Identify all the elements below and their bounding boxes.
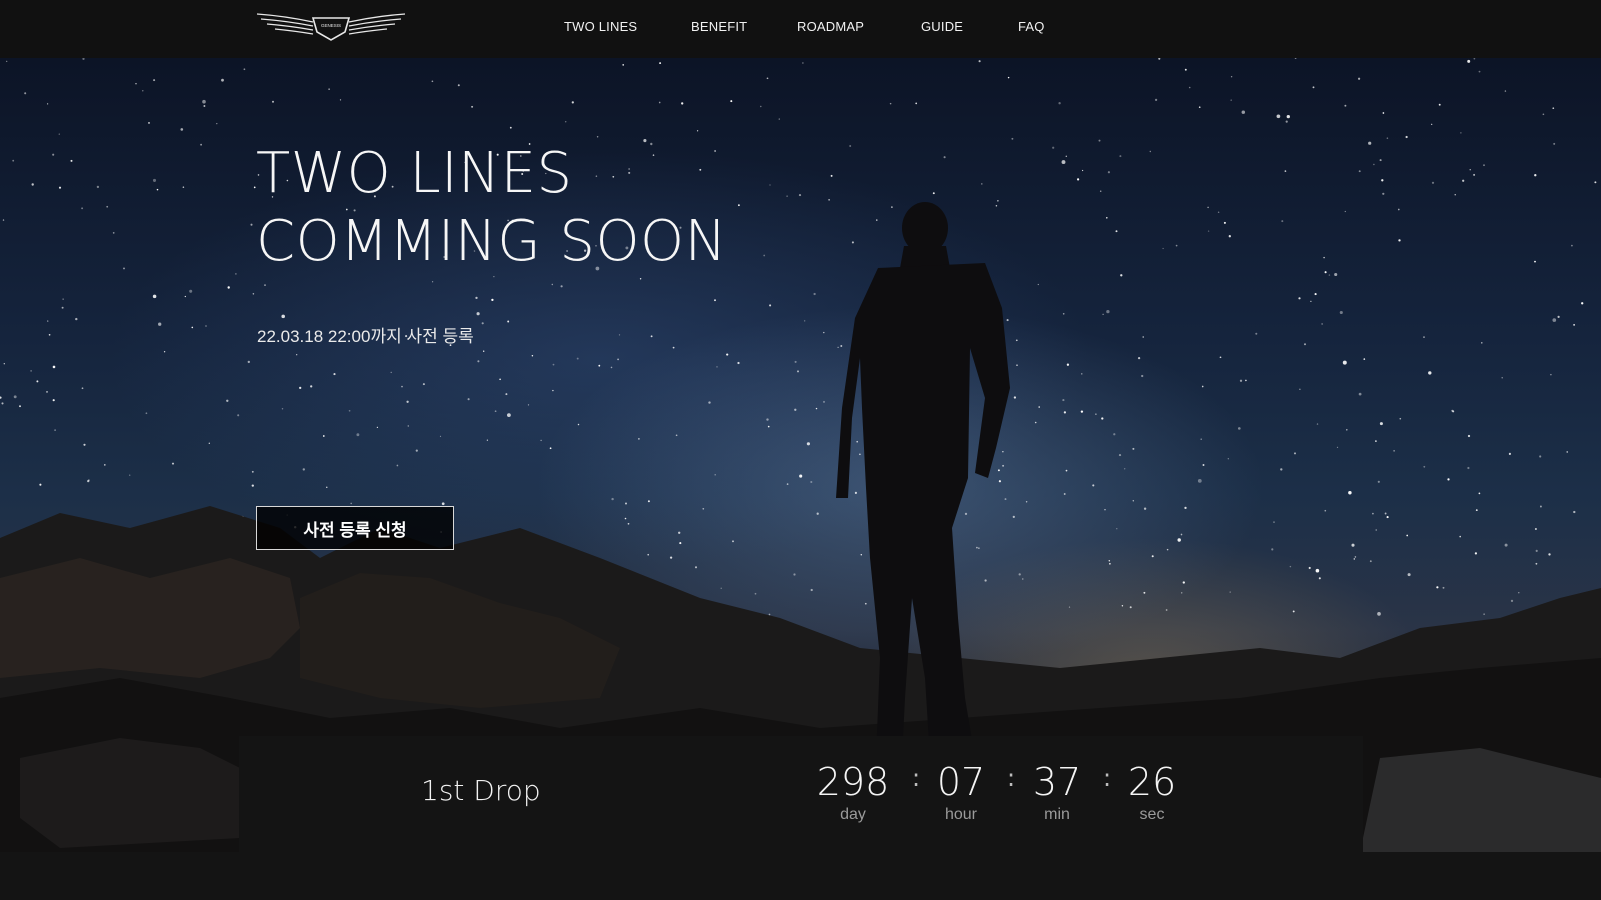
countdown-separator: :	[1007, 764, 1016, 792]
minutes-value: 37	[1032, 760, 1082, 804]
minutes-label: min	[1044, 806, 1070, 823]
nav-benefit[interactable]: BENEFIT	[691, 19, 747, 34]
nav-two-lines[interactable]: TWO LINES	[564, 19, 637, 34]
countdown-days: 298 day	[813, 760, 893, 824]
days-label: day	[840, 806, 866, 823]
days-value: 298	[816, 760, 890, 804]
countdown-hours: 07 hour	[929, 760, 993, 824]
pre-registration-button[interactable]: 사전 등록 신청	[256, 506, 454, 550]
page: GENESIS TWO LINES BENEFIT ROADMAP GUIDE …	[0, 0, 1601, 900]
seconds-value: 26	[1127, 760, 1177, 804]
top-navigation-bar: GENESIS TWO LINES BENEFIT ROADMAP GUIDE …	[0, 0, 1601, 58]
countdown-minutes: 37 min	[1025, 760, 1089, 824]
countdown-separator: :	[1103, 764, 1112, 792]
hero-title: TWO LINES COMMING SOON	[256, 140, 876, 276]
hero-title-line-2: COMMING SOON	[256, 209, 728, 274]
nav-faq[interactable]: FAQ	[1018, 19, 1045, 34]
hero-section: TWO LINES COMMING SOON 22.03.18 22:00까지 …	[0, 58, 1601, 852]
logo-wordmark: GENESIS	[321, 23, 341, 28]
pre-registration-deadline: 22.03.18 22:00까지 사전 등록	[257, 327, 474, 346]
nav-guide[interactable]: GUIDE	[921, 19, 963, 34]
hero-title-line-1: TWO LINES	[256, 141, 573, 206]
drop-label: 1st Drop	[421, 774, 541, 807]
page-footer-strip	[0, 852, 1601, 900]
genesis-logo[interactable]: GENESIS	[255, 10, 407, 44]
countdown-separator: :	[912, 764, 921, 792]
nav-roadmap[interactable]: ROADMAP	[797, 19, 864, 34]
hours-label: hour	[944, 806, 978, 823]
seconds-label: sec	[1139, 806, 1165, 823]
hours-value: 07	[936, 760, 986, 804]
countdown-panel: 1st Drop 298 day : 07 hour : 37 min : 26…	[239, 736, 1363, 852]
countdown-seconds: 26 sec	[1120, 760, 1184, 824]
